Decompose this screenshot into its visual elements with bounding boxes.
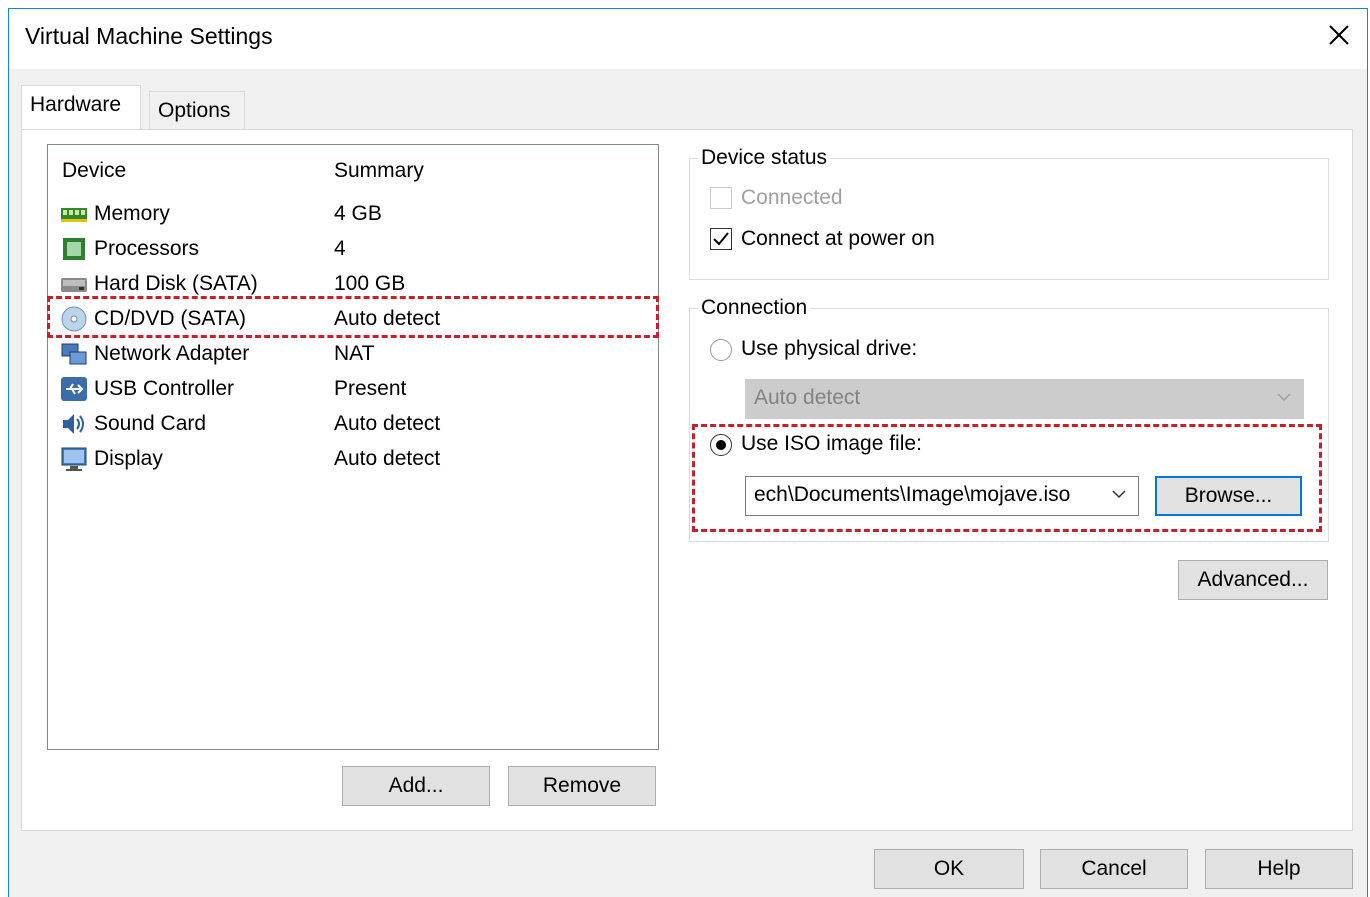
network-adapter-icon bbox=[61, 343, 87, 365]
device-status-label: Device status bbox=[698, 146, 831, 170]
device-name: Hard Disk (SATA) bbox=[94, 272, 258, 295]
device-name: Network Adapter bbox=[94, 342, 250, 365]
device-list[interactable]: Device Summary Memory 4 GB Processors 4 … bbox=[47, 144, 659, 750]
connected-label: Connected bbox=[741, 186, 843, 209]
processor-icon bbox=[63, 238, 85, 260]
connect-at-power-on-label: Connect at power on bbox=[741, 227, 935, 250]
tab-hardware[interactable]: Hardware bbox=[21, 85, 141, 131]
device-status-group bbox=[689, 158, 1329, 280]
remove-device-button[interactable]: Remove bbox=[508, 766, 656, 806]
device-summary: 4 bbox=[334, 237, 346, 260]
highlight-cd-dvd-row bbox=[47, 296, 659, 338]
highlight-iso-section bbox=[692, 424, 1322, 532]
sound-card-icon bbox=[63, 414, 84, 434]
hard-disk-icon bbox=[61, 278, 87, 292]
use-physical-drive-label: Use physical drive: bbox=[741, 337, 918, 360]
device-row-sound-card[interactable]: Sound Card Auto detect bbox=[56, 407, 652, 441]
device-row-display[interactable]: Display Auto detect bbox=[56, 442, 652, 476]
device-name: USB Controller bbox=[94, 377, 235, 400]
column-header-device[interactable]: Device bbox=[62, 159, 126, 183]
device-name: Processors bbox=[94, 237, 200, 260]
display-icon bbox=[61, 447, 87, 471]
cancel-button[interactable]: Cancel bbox=[1040, 849, 1188, 889]
advanced-button[interactable]: Advanced... bbox=[1178, 560, 1328, 600]
help-button[interactable]: Help bbox=[1205, 849, 1353, 889]
device-name: Display bbox=[94, 447, 163, 470]
tab-options[interactable]: Options bbox=[149, 91, 245, 129]
add-device-button[interactable]: Add... bbox=[342, 766, 490, 806]
device-row-processors[interactable]: Processors 4 bbox=[56, 232, 652, 266]
memory-icon bbox=[61, 208, 87, 222]
use-physical-drive-radio[interactable] bbox=[710, 339, 732, 361]
connect-at-power-on-checkbox[interactable] bbox=[710, 228, 732, 250]
device-summary: 100 GB bbox=[334, 272, 406, 295]
connected-checkbox[interactable] bbox=[710, 187, 732, 209]
usb-icon bbox=[61, 377, 87, 401]
connection-label: Connection bbox=[698, 296, 811, 320]
physical-drive-select[interactable]: Auto detect bbox=[745, 379, 1304, 419]
checkmark-icon bbox=[713, 232, 729, 246]
device-summary: Auto detect bbox=[334, 447, 441, 470]
close-icon bbox=[1329, 25, 1349, 45]
device-summary: NAT bbox=[334, 342, 375, 365]
chevron-down-icon bbox=[1277, 393, 1291, 402]
column-header-summary[interactable]: Summary bbox=[334, 159, 424, 183]
window-title: Virtual Machine Settings bbox=[25, 23, 273, 49]
device-row-network-adapter[interactable]: Network Adapter NAT bbox=[56, 337, 652, 371]
device-summary: Auto detect bbox=[334, 412, 441, 435]
device-summary: Present bbox=[334, 377, 407, 400]
device-summary: 4 GB bbox=[334, 202, 382, 225]
device-row-usb-controller[interactable]: USB Controller Present bbox=[56, 372, 652, 406]
close-button[interactable] bbox=[1317, 13, 1361, 57]
device-name: Sound Card bbox=[94, 412, 207, 435]
title-bar: Virtual Machine Settings bbox=[9, 9, 1367, 69]
device-name: Memory bbox=[94, 202, 170, 225]
device-row-memory[interactable]: Memory 4 GB bbox=[56, 197, 652, 231]
ok-button[interactable]: OK bbox=[874, 849, 1024, 889]
physical-drive-value: Auto detect bbox=[754, 386, 861, 409]
